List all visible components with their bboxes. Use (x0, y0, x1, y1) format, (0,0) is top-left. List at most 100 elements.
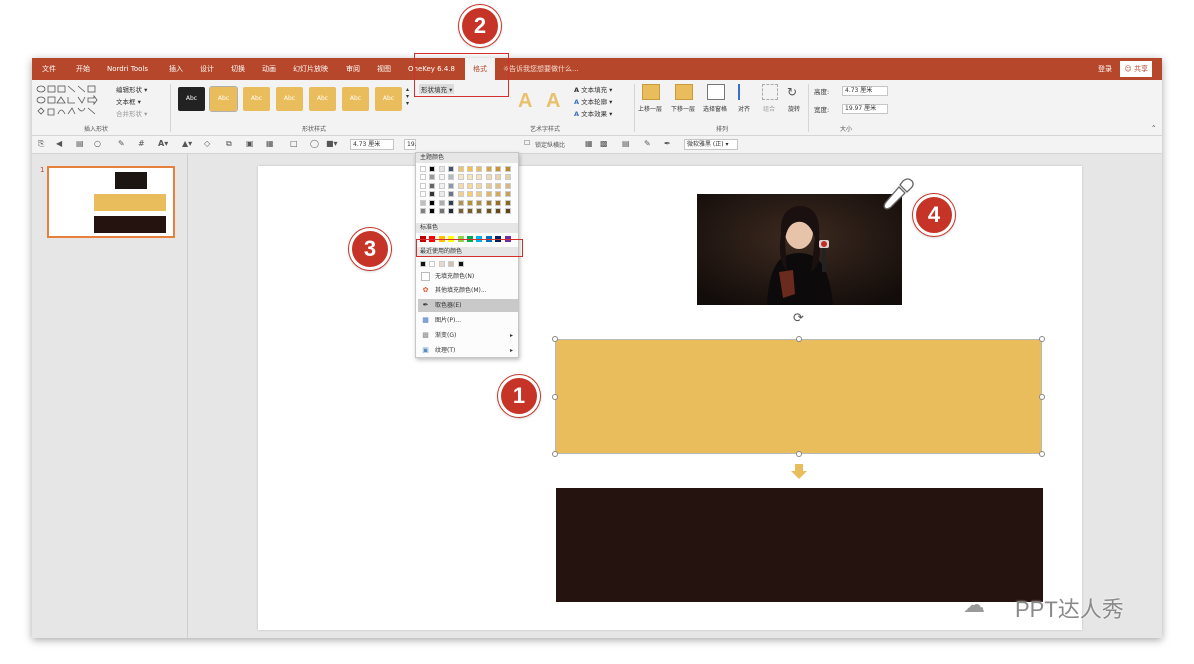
more-colors-item[interactable]: ✿ 其他填充颜色(M)... (418, 284, 518, 297)
circle-icon[interactable]: ◯ (310, 139, 319, 148)
send-backward-button[interactable]: 下移一层 (671, 104, 695, 113)
resize-handle-e[interactable] (1039, 394, 1045, 400)
theme-color-chip[interactable] (438, 166, 445, 172)
toolbar-icon[interactable]: ▣ (246, 139, 254, 148)
bring-forward-button[interactable]: 上移一层 (638, 104, 662, 113)
theme-color-chip[interactable] (476, 208, 483, 215)
quick-width-input[interactable]: 19. (404, 139, 417, 150)
resize-handle-nw[interactable] (552, 336, 558, 342)
theme-color-chip[interactable] (438, 182, 445, 189)
merge-shapes-button[interactable]: 合并形状 ▾ (116, 108, 147, 118)
recent-color-chip[interactable] (457, 261, 464, 267)
text-box-button[interactable]: 文本框 ▾ (116, 96, 141, 106)
theme-color-chip[interactable] (448, 166, 455, 172)
theme-color-chip[interactable] (457, 174, 464, 180)
shapes-gallery[interactable] (36, 84, 114, 118)
theme-color-chip[interactable] (504, 182, 511, 189)
theme-color-chip[interactable] (429, 208, 436, 215)
theme-color-chip[interactable] (504, 199, 511, 206)
pen-icon[interactable]: ✎ (118, 139, 125, 148)
group-button[interactable]: 组合 (763, 104, 775, 113)
toolbar-icon[interactable]: ▩ (600, 139, 608, 148)
toolbar-icon[interactable]: ▦ (266, 139, 274, 148)
theme-color-chip[interactable] (495, 191, 502, 198)
theme-color-chip[interactable] (420, 166, 426, 172)
eyedropper-item[interactable]: ✒ 取色器(E) (418, 299, 518, 312)
toolbar-icon[interactable]: ▤ (622, 139, 630, 148)
eyedropper-small-icon[interactable]: ✒ (664, 139, 671, 148)
text-fill-button[interactable]: A 文本填充 ▾ (574, 84, 612, 94)
theme-color-chip[interactable] (457, 199, 464, 206)
theme-color-chip[interactable] (448, 199, 455, 206)
no-fill-item[interactable]: 无填充颜色(N) (418, 270, 518, 283)
theme-color-chip[interactable] (476, 191, 483, 198)
toolbar-icon[interactable]: ✎ (644, 139, 651, 148)
theme-color-chip[interactable] (504, 174, 511, 180)
theme-color-chip[interactable] (485, 182, 492, 189)
speaker-photo[interactable] (697, 194, 902, 305)
tab-slideshow[interactable]: 幻灯片放映 (293, 58, 328, 80)
theme-color-chip[interactable] (476, 166, 483, 172)
theme-color-chip[interactable] (429, 199, 436, 206)
tab-nordri-tools[interactable]: Nordri Tools (107, 58, 148, 80)
toolbar-icon[interactable]: ▦ (585, 139, 593, 148)
theme-color-chip[interactable] (448, 191, 455, 198)
theme-color-chip[interactable] (495, 199, 502, 206)
theme-color-chip[interactable] (420, 199, 426, 206)
wordart-style-2[interactable]: A (546, 90, 560, 113)
toolbar-icon[interactable]: ▤ (76, 139, 84, 148)
theme-color-chip[interactable] (476, 174, 483, 180)
theme-color-chip[interactable] (420, 191, 426, 198)
theme-color-chip[interactable] (476, 182, 483, 189)
collapse-ribbon-icon[interactable]: ⌃ (1151, 124, 1156, 132)
theme-color-chip[interactable] (467, 166, 473, 172)
theme-color-chip[interactable] (438, 191, 445, 198)
theme-color-chip[interactable] (495, 208, 502, 215)
theme-color-chip[interactable] (420, 208, 426, 215)
toolbar-icon[interactable]: ⎘ (38, 139, 44, 149)
tab-view[interactable]: 视图 (377, 58, 391, 80)
texture-fill-item[interactable]: ▣ 纹理(T) ▸ (418, 344, 518, 357)
recent-color-chip[interactable] (420, 261, 426, 267)
resize-handle-w[interactable] (552, 394, 558, 400)
resize-handle-sw[interactable] (552, 451, 558, 457)
shape-style-yellow-2[interactable]: Abc (243, 87, 270, 111)
toolbar-icon[interactable]: ◀ (56, 139, 62, 148)
selected-yellow-rectangle[interactable] (555, 339, 1042, 454)
theme-color-chip[interactable] (457, 182, 464, 189)
theme-color-chip[interactable] (448, 182, 455, 189)
resize-handle-s[interactable] (796, 451, 802, 457)
height-input[interactable]: 4.73 厘米 (842, 86, 888, 96)
fill-bucket-icon[interactable]: ▲▾ (182, 139, 192, 148)
resize-handle-se[interactable] (1039, 451, 1045, 457)
shape-style-yellow-4[interactable]: Abc (309, 87, 336, 111)
recent-color-chip[interactable] (438, 261, 445, 267)
tab-home[interactable]: 开始 (76, 58, 90, 80)
tab-insert[interactable]: 插入 (169, 58, 183, 80)
theme-color-chip[interactable] (467, 191, 473, 198)
text-effects-button[interactable]: A 文本效果 ▾ (574, 108, 612, 118)
selection-pane-button[interactable]: 选择窗格 (703, 104, 727, 113)
shape-style-yellow-3[interactable]: Abc (276, 87, 303, 111)
picture-fill-item[interactable]: ▦ 图片(P)... (418, 314, 518, 327)
rotate-handle-icon[interactable]: ⟳ (793, 312, 804, 326)
rect-icon[interactable]: □ (290, 139, 298, 148)
shape-style-yellow-selected[interactable]: Abc (209, 86, 238, 112)
width-input[interactable]: 19.97 厘米 (842, 104, 888, 114)
theme-color-chip[interactable] (457, 191, 464, 198)
theme-color-chip[interactable] (485, 199, 492, 206)
font-color-icon[interactable]: A▾ (158, 139, 168, 148)
theme-color-chip[interactable] (420, 174, 426, 180)
tell-me-search[interactable]: 告诉我您想要做什么... (509, 58, 579, 80)
theme-color-chip[interactable] (504, 208, 511, 215)
shape-style-dark[interactable]: Abc (178, 87, 205, 111)
login-link[interactable]: 登录 (1098, 58, 1112, 80)
share-button[interactable]: ☺ 共享 (1120, 61, 1152, 77)
theme-color-chip[interactable] (429, 182, 436, 189)
shape-style-yellow-6[interactable]: Abc (375, 87, 402, 111)
toolbar-icon[interactable]: ◇ (204, 139, 210, 148)
rotate-button[interactable]: 旋转 (788, 104, 800, 113)
theme-color-chip[interactable] (429, 166, 436, 172)
theme-color-chip[interactable] (495, 174, 502, 180)
recent-color-chip[interactable] (429, 261, 436, 267)
